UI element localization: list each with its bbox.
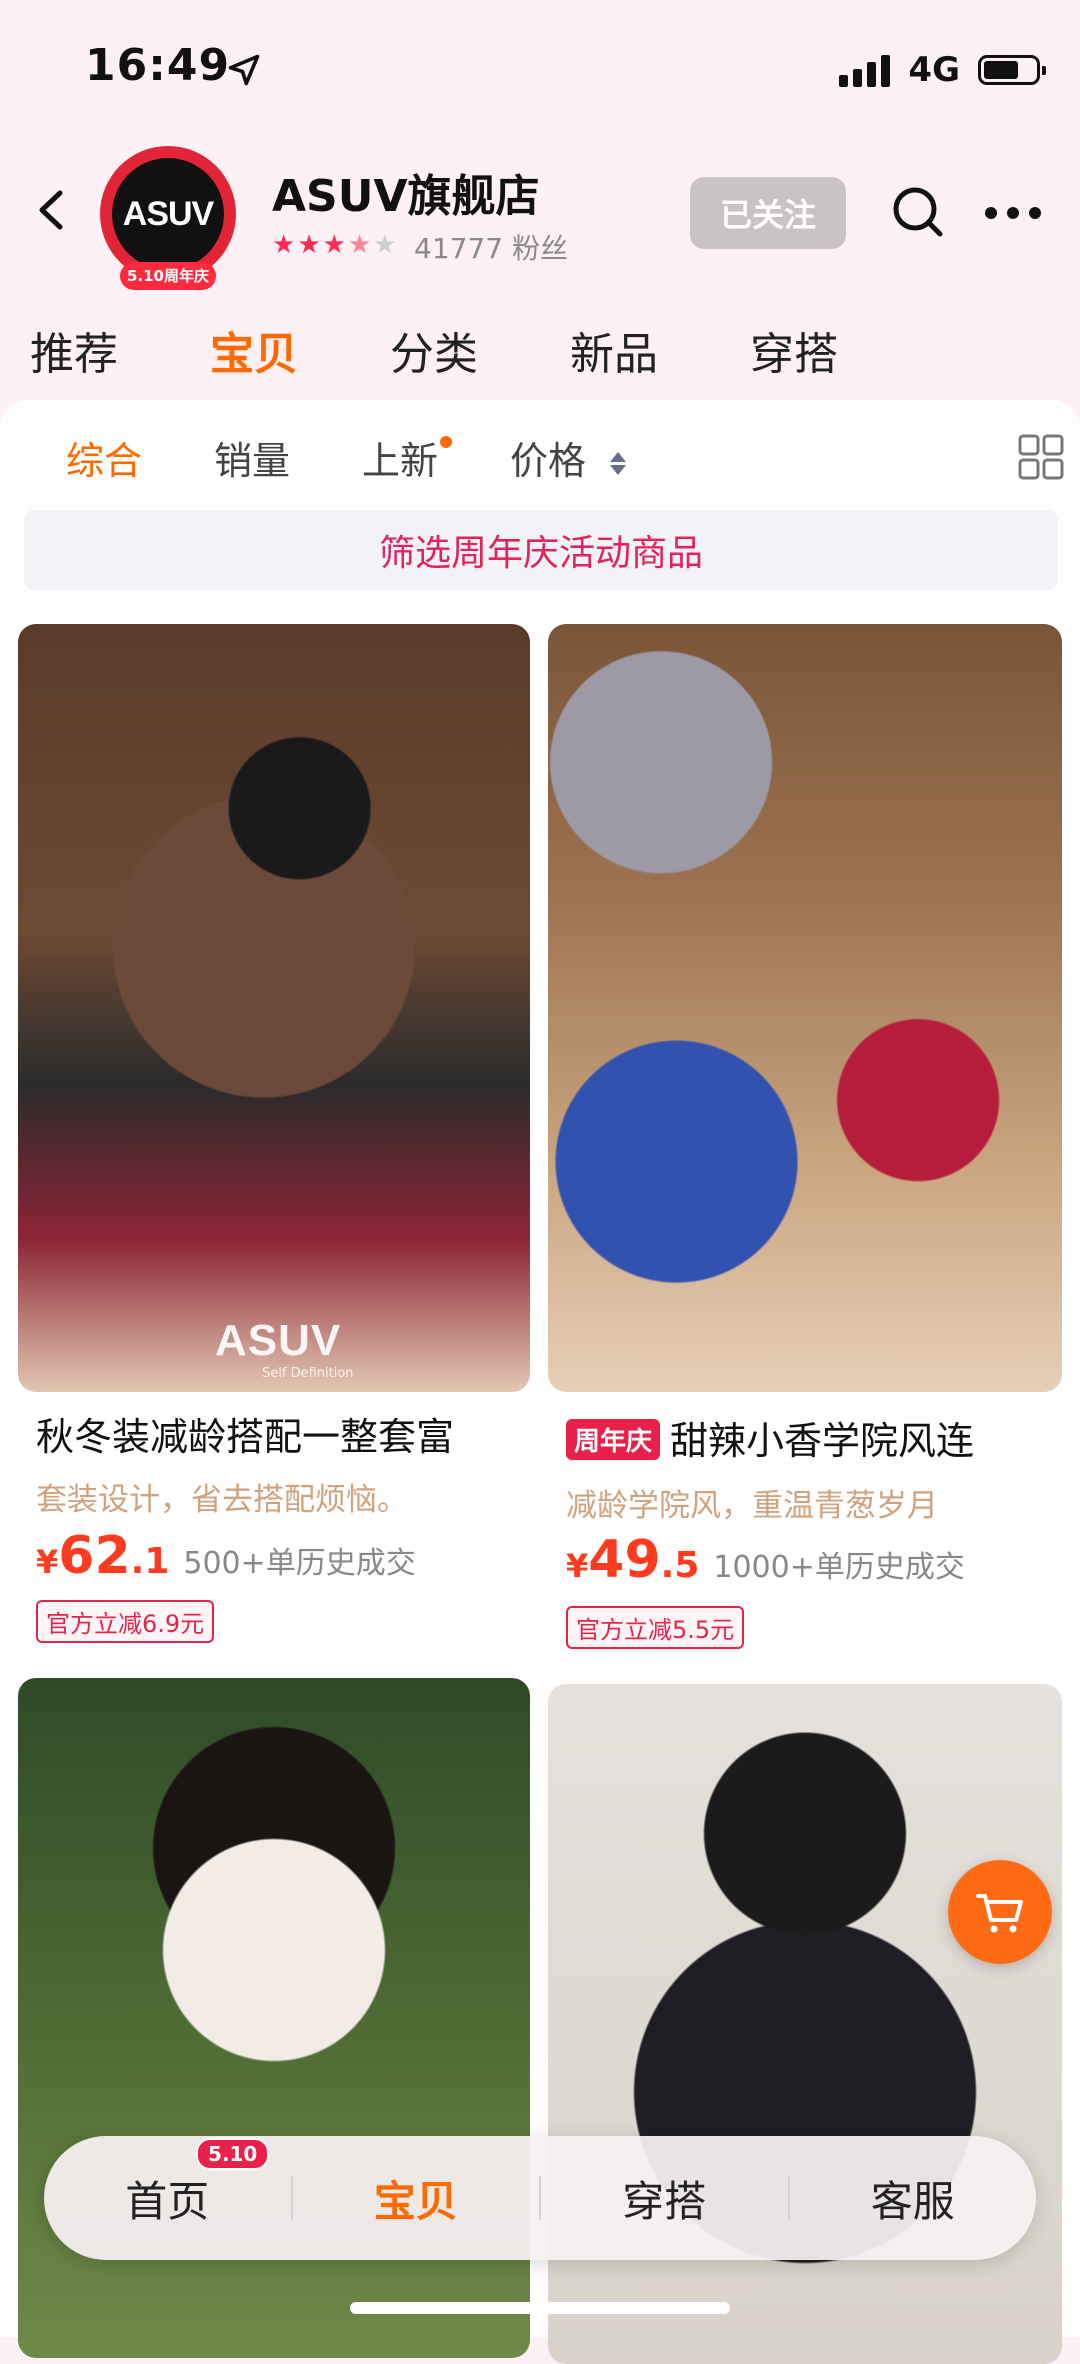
sort-new[interactable]: 上新 [362,430,453,485]
product-title[interactable]: 周年庆 甜辣小香学院风连 [566,1410,1046,1465]
image-watermark-sub: Self Definition [262,1366,354,1381]
more-icon[interactable] [982,196,1044,230]
product-price: ¥ 62 .1 500+单历史成交 [36,1526,416,1586]
back-arrow-icon[interactable] [22,175,82,245]
store-logo-text: ASUV [112,158,224,270]
star-icon: ★ [297,230,321,260]
tab-products[interactable]: 宝贝 [210,318,390,382]
product-image[interactable] [548,624,1062,1392]
status-indicators: 4G [839,45,1046,95]
sold-count: 500+单历史成交 [183,1546,416,1581]
price-currency: ¥ [566,1547,589,1585]
store-rating: ★ ★ ★ ★ ★ [272,230,397,260]
signal-icon [839,53,891,87]
store-tabs: 推荐 宝贝 分类 新品 穿搭 [30,318,930,382]
nav-customer-service[interactable]: 客服 [790,2168,1037,2229]
store-logo[interactable]: ASUV 5.10周年庆 [100,146,236,290]
tab-recommend[interactable]: 推荐 [30,318,210,382]
anniversary-badge: 5.10周年庆 [120,262,216,290]
new-dot-icon [440,436,453,448]
sort-price[interactable]: 价格 [510,430,627,485]
sort-sales[interactable]: 销量 [214,430,290,485]
product-subtitle: 减龄学院风，重温青葱岁月 [566,1488,938,1524]
sort-new-label: 上新 [362,439,439,483]
anniversary-badge: 周年庆 [566,1419,661,1460]
tab-outfits[interactable]: 穿搭 [750,318,930,382]
location-arrow-icon [226,52,262,88]
price-decimal: .1 [130,1541,170,1582]
price-decimal: .5 [660,1545,700,1586]
sort-overall[interactable]: 综合 [66,430,142,485]
product-price: ¥ 49 .5 1000+单历史成交 [566,1530,965,1590]
product-image[interactable] [548,1684,1062,2364]
anniversary-filter-banner[interactable]: 筛选周年庆活动商品 [24,510,1058,590]
star-icon: ★ [272,230,296,260]
product-subtitle: 套装设计，省去搭配烦恼。 [36,1482,408,1518]
sort-price-label: 价格 [510,439,587,483]
empty-star-icon: ★ [373,230,397,260]
status-time: 16:49 [85,40,231,91]
product-title[interactable]: 秋冬装减龄搭配一整套富 [36,1406,506,1461]
product-title-text: 甜辣小香学院风连 [670,1419,975,1463]
store-name[interactable]: ASUV旗舰店 [272,160,540,224]
nav-home[interactable]: 首页 5.10 [44,2137,291,2229]
product-image[interactable] [18,624,530,1392]
price-integer: 49 [588,1530,661,1590]
sort-arrows-icon [610,452,627,475]
tab-category[interactable]: 分类 [390,318,570,382]
battery-icon [978,55,1046,85]
cart-button[interactable] [948,1860,1052,1964]
coupon-tag: 官方立减6.9元 [36,1600,215,1643]
sold-count: 1000+单历史成交 [713,1550,965,1585]
coupon-tag: 官方立减5.5元 [566,1606,745,1649]
star-icon: ★ [322,230,346,260]
bottom-nav: 首页 5.10 宝贝 穿搭 客服 [44,2136,1036,2260]
sort-bar: 综合 销量 上新 价格 [66,430,698,485]
tab-new[interactable]: 新品 [570,318,750,382]
nav-home-label: 首页 [125,2176,210,2226]
network-type: 4G [908,50,960,90]
image-watermark: ASUV [215,1316,342,1365]
cart-icon [976,1894,1023,1933]
nav-products[interactable]: 宝贝 [293,2168,540,2229]
price-currency: ¥ [36,1543,59,1581]
nav-outfits[interactable]: 穿搭 [541,2168,788,2229]
search-icon[interactable] [888,182,948,242]
home-indicator [350,2302,730,2314]
grid-view-icon[interactable] [1018,434,1064,480]
fans-count: 41777 粉丝 [414,232,568,265]
nav-home-badge: 5.10 [196,2137,270,2170]
price-integer: 62 [58,1526,131,1586]
follow-button[interactable]: 已关注 [690,177,846,249]
half-star-icon: ★ [347,230,372,260]
